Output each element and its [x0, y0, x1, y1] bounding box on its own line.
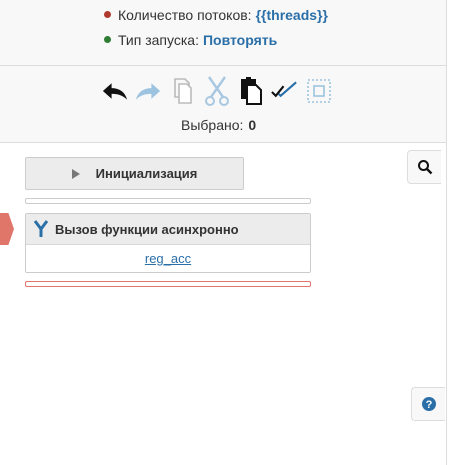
- block-marker-tab[interactable]: [0, 213, 14, 245]
- drop-zone-bar[interactable]: [25, 198, 311, 204]
- async-call-body: reg_acc: [26, 245, 310, 272]
- panel-divider: [0, 65, 446, 66]
- help-button[interactable]: ?: [411, 387, 445, 421]
- svg-text:?: ?: [425, 399, 432, 411]
- initialization-label: Инициализация: [95, 166, 198, 181]
- play-icon: [71, 168, 80, 179]
- launch-type-info-row: Тип запуска: Повторять: [104, 31, 277, 49]
- threads-value[interactable]: {{threads}}: [256, 7, 328, 23]
- search-icon: [417, 160, 432, 175]
- select-all-icon: [271, 81, 297, 98]
- copy-icon: [173, 78, 192, 104]
- launch-type-value[interactable]: Повторять: [203, 32, 277, 48]
- threads-status-dot: [104, 11, 111, 18]
- search-button[interactable]: [407, 150, 441, 184]
- error-drop-zone-bar[interactable]: [25, 281, 311, 287]
- paste-button[interactable]: [236, 74, 265, 108]
- paste-icon: [240, 77, 262, 105]
- launch-type-label: Тип запуска:: [118, 32, 199, 48]
- help-icon: ?: [421, 397, 436, 411]
- undo-button[interactable]: [100, 74, 129, 108]
- redo-icon: [135, 83, 161, 100]
- initialization-block[interactable]: Инициализация: [25, 157, 244, 190]
- selected-counter: Выбрано: 0: [181, 117, 256, 133]
- select-all-button[interactable]: [270, 74, 299, 108]
- deselect-button[interactable]: [304, 74, 333, 108]
- selected-label: Выбрано:: [181, 117, 244, 133]
- canvas-right-border: [446, 0, 447, 465]
- properties-toolbar-panel: Количество потоков: {{threads}} Тип запус…: [0, 0, 447, 143]
- cut-icon: [204, 76, 229, 106]
- edit-toolbar: [100, 73, 338, 109]
- async-call-header: Вызов функции асинхронно: [26, 214, 310, 245]
- editor-page: Количество потоков: {{threads}} Тип запус…: [0, 0, 452, 465]
- redo-button[interactable]: [134, 74, 163, 108]
- selected-count: 0: [248, 117, 257, 133]
- deselect-icon: [306, 79, 331, 103]
- cut-button[interactable]: [202, 74, 231, 108]
- copy-button[interactable]: [168, 74, 197, 108]
- async-call-label: Вызов функции асинхронно: [55, 221, 239, 237]
- threads-label: Количество потоков:: [118, 7, 252, 23]
- undo-icon: [102, 83, 128, 100]
- launch-status-dot: [104, 36, 111, 43]
- async-call-block[interactable]: Вызов функции асинхронно reg_acc: [25, 213, 311, 273]
- threads-info-row: Количество потоков: {{threads}}: [104, 6, 328, 24]
- async-merge-icon: [33, 220, 49, 237]
- function-link[interactable]: reg_acc: [145, 251, 191, 266]
